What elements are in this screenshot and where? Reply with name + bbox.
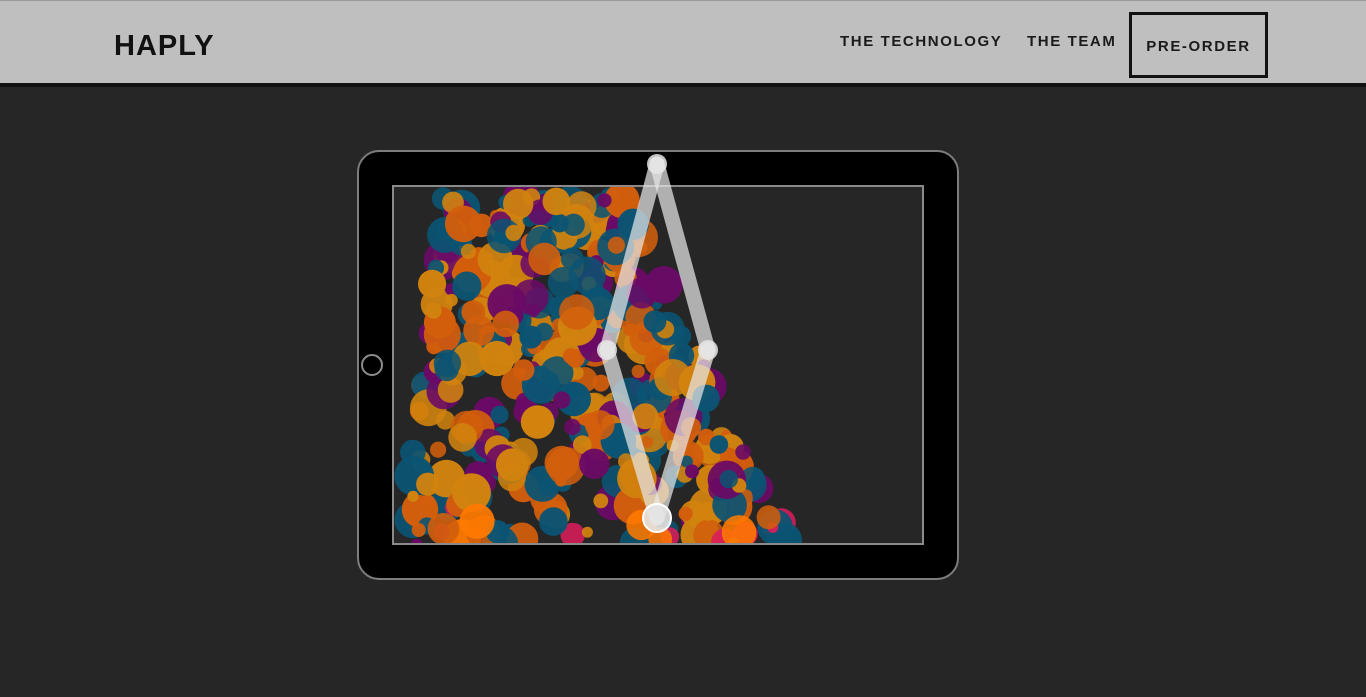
pre-order-button-label: PRE-ORDER	[1146, 37, 1251, 55]
home-button-icon	[361, 354, 383, 376]
particle	[512, 359, 535, 381]
particle	[538, 479, 556, 496]
particle	[626, 509, 657, 541]
particle	[407, 490, 419, 502]
particle	[555, 475, 567, 487]
pre-order-button[interactable]: PRE-ORDER	[1129, 12, 1268, 78]
particle-canvas	[394, 187, 802, 543]
particle	[433, 349, 462, 377]
particle	[607, 236, 625, 254]
particle	[585, 410, 615, 440]
particle	[461, 300, 486, 324]
particle	[597, 193, 612, 208]
particle	[593, 493, 609, 509]
haply-logo[interactable]: HAPLY	[114, 29, 215, 63]
particle	[539, 507, 568, 536]
particle	[490, 405, 509, 424]
particle	[425, 302, 442, 319]
particle	[678, 506, 693, 521]
particle	[452, 271, 482, 301]
particle	[562, 348, 579, 364]
particle	[418, 269, 447, 298]
particle	[459, 503, 495, 539]
particle	[460, 243, 476, 259]
particle	[709, 435, 729, 454]
nav-link-the-technology[interactable]: THE TECHNOLOGY	[840, 33, 1002, 51]
particle	[544, 445, 579, 480]
particle	[547, 267, 579, 298]
particle	[520, 405, 555, 439]
particle-simulation-screen[interactable]	[392, 185, 924, 545]
particle	[756, 505, 781, 530]
particle	[632, 403, 659, 430]
particle	[641, 436, 654, 448]
particle	[681, 417, 702, 438]
particle	[643, 310, 667, 333]
particle	[492, 310, 519, 338]
particle	[427, 513, 460, 543]
top-navigation-bar: HAPLY THE TECHNOLOGY THE TEAM PRE-ORDER	[0, 0, 1366, 87]
particle	[505, 224, 522, 242]
particle	[448, 423, 477, 452]
particle	[437, 377, 464, 403]
particle	[579, 448, 610, 479]
particle	[553, 391, 571, 409]
particle	[542, 187, 571, 216]
particle	[581, 526, 593, 538]
particle	[685, 464, 699, 479]
particle	[444, 205, 482, 243]
particle	[416, 472, 440, 496]
particle	[719, 469, 738, 489]
particle	[562, 213, 585, 236]
particle	[430, 441, 447, 458]
particle	[495, 448, 529, 482]
particle	[410, 538, 423, 543]
particle	[666, 439, 679, 452]
particle	[735, 444, 751, 460]
particle	[559, 294, 595, 330]
particle	[503, 188, 534, 220]
particle	[513, 279, 549, 315]
particle	[411, 523, 426, 537]
particle	[626, 277, 658, 309]
particle	[631, 364, 645, 378]
particle	[564, 418, 581, 436]
particle	[416, 459, 430, 473]
particle	[654, 359, 692, 397]
particle	[618, 453, 635, 470]
particle	[692, 384, 720, 413]
nav-link-the-team[interactable]: THE TEAM	[1027, 33, 1116, 51]
